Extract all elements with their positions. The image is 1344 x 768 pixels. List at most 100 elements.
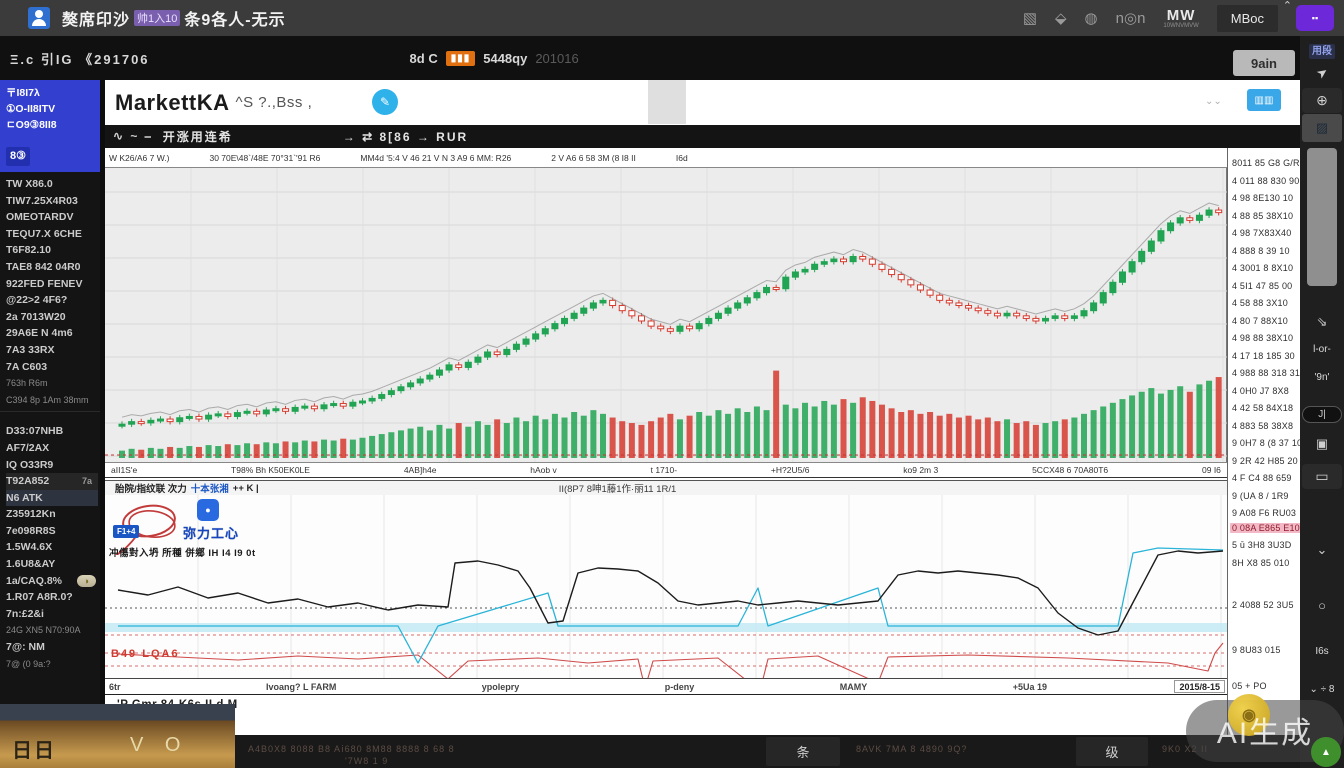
search-icon[interactable]: n◎n — [1116, 9, 1146, 27]
corner-badge[interactable]: 用段 — [1302, 41, 1342, 59]
watchlist-item[interactable]: C394 8p 1Am 38mm — [6, 392, 100, 409]
price-tick: 8011 85 G8 G/R — [1232, 158, 1300, 168]
globe-icon[interactable]: ⊕ — [1302, 88, 1342, 113]
scrollbar-thumb[interactable] — [1307, 148, 1337, 286]
watchlist-item[interactable]: 29A6E N 4m6 — [6, 325, 100, 342]
watchlist-item[interactable]: AF7/2AX — [6, 440, 100, 457]
indicator-plot[interactable]: F1+4 弥力工心 ● 冲傷對入坍 所種 併鄉 IH I4 I9 0t B49 … — [105, 495, 1227, 692]
circle-icon[interactable]: ○ — [1302, 598, 1342, 613]
candlestick-chart — [105, 168, 1227, 462]
topbar-actions: ▧ ⬙ ◍ n◎n MW 10WNVMVW MBoc ⌃ ▪▪ — [1023, 0, 1344, 32]
watchlist-item[interactable]: TEQU7.X 6CHE — [6, 226, 100, 243]
indicator-header: 胎院/指纹联 次力 十本张湘 ++ K | II(8P7 8呻1藤1作·丽11 … — [105, 480, 1227, 495]
date-tick: MAMY — [839, 681, 868, 692]
vo-label: V O — [130, 734, 189, 756]
edit-button[interactable]: ✎ — [372, 89, 398, 115]
purple-action-button[interactable]: ▪▪ — [1296, 5, 1334, 31]
watchlist-item[interactable]: OMEOTARDV — [6, 209, 100, 226]
image-icon[interactable]: ▨ — [1302, 114, 1342, 142]
price-tick: 4 58 88 3X10 — [1232, 298, 1288, 308]
price-tick: 4 17 18 185 30 — [1232, 351, 1295, 361]
indicator-legend: 冲傷對入坍 所種 併鄉 IH I4 I9 0t — [109, 548, 256, 559]
watchlist-item[interactable]: TAE8 842 04R0 — [6, 259, 100, 276]
status-button-1[interactable]: 条 — [766, 737, 840, 766]
toggle-badge[interactable]: ◑ — [76, 574, 96, 587]
watchlist-item[interactable]: 7e098R8S — [6, 523, 100, 540]
line-tool-icon[interactable]: ∿ ~ ⎯ — [113, 129, 153, 144]
stamp-tag-3[interactable]: ● — [197, 499, 219, 521]
frame-icon[interactable]: ▣ — [1302, 436, 1342, 452]
watchlist-item[interactable]: 7@: NM — [6, 639, 100, 656]
tool-pill: J| — [1302, 406, 1342, 423]
price-tick: 4 F C4 88 659 — [1232, 473, 1292, 483]
watchlist-item[interactable]: T6F82.10 — [6, 242, 100, 259]
tool-pill[interactable]: J| — [1302, 406, 1342, 423]
watchlist-item[interactable]: 763h R6m — [6, 375, 100, 392]
quick-trade-panel[interactable]: 日日 V O — [0, 704, 235, 768]
scroll-to-top-button[interactable]: ▲ — [1311, 737, 1341, 767]
gain-button[interactable]: 9ain — [1233, 50, 1295, 76]
tool-label-3[interactable]: I6s — [1302, 646, 1342, 657]
date-tick: +5Ua 19 — [1012, 681, 1048, 692]
watchlist-item[interactable]: 922FED FENEV — [6, 276, 100, 293]
watchlist-item[interactable]: 1.5W4.6X — [6, 539, 100, 556]
watchlist-item[interactable]: D33:07NHB — [6, 423, 100, 440]
stat-segment: 2 V A6 6 58 3M (8 I8 II — [551, 152, 636, 163]
tool-label-4[interactable]: ⌄ ÷ 8 — [1302, 684, 1342, 695]
watchlist-item[interactable]: T92A852 7a — [6, 473, 98, 490]
home-icon[interactable]: ◍ — [1085, 9, 1098, 27]
title-badge: 帅1入10 — [134, 10, 181, 26]
watchlist-item[interactable]: 1.R07 A8R.0? — [6, 589, 100, 606]
date-range-box[interactable]: 2015/8-15 — [1174, 680, 1225, 693]
price-tick: 4 98 88 38X10 — [1232, 333, 1294, 343]
watchlist-item[interactable]: TW X86.0 — [6, 176, 100, 193]
candlestick-plot[interactable] — [105, 168, 1227, 462]
symbol-title: MarkettKA — [115, 89, 230, 115]
watchlist-item[interactable]: Z35912Kn — [6, 506, 100, 523]
date-tick: 6tr — [109, 681, 121, 692]
watchlist-item[interactable]: 7n:£2&i — [6, 606, 100, 623]
watchlist-item[interactable]: 7A C603 — [6, 359, 100, 376]
cursor-icon[interactable]: ➤ — [1302, 63, 1342, 82]
status-badge: ▮▮▮ — [445, 50, 476, 66]
stamp-tag-1: F1+4 — [113, 525, 140, 538]
watchlist-item[interactable]: 1a/CAQ.8% ◑ — [6, 573, 100, 590]
watchlist-item[interactable]: 1.6U8&AY — [6, 556, 100, 573]
tool-label-4: ⌄ ÷ 8 — [1309, 684, 1335, 695]
toolbar-label-2[interactable]: → ⇄ 8[86 → RUR — [343, 130, 468, 144]
layout-button[interactable]: ▥▥ — [1247, 89, 1281, 111]
mode-menu-button[interactable]: MBoc ⌃ — [1216, 0, 1292, 32]
watchlist-item[interactable]: IQ O33R9 — [6, 457, 100, 474]
toolbar-label-1[interactable]: 开涨用连希 — [163, 128, 233, 145]
date-tick: 4AB]h4e — [403, 465, 437, 475]
gallery-icon[interactable]: ▧ — [1023, 9, 1037, 27]
account-panel[interactable]: 〒I8I7λ ①O-II8ITV ㄷO9③8II8 8③ — [0, 80, 100, 172]
price-tick: 4 5I1 47 85 00 — [1232, 281, 1293, 291]
account-toolbar: Ξ.c 引IG 《291706 8d C ▮▮▮ 5448qy 201016 — [0, 36, 1344, 80]
collapse-icon[interactable]: ⌄⌄ — [1205, 96, 1222, 107]
watchlist-item[interactable]: 7@ (0 9a:? — [6, 656, 100, 673]
panel-icon[interactable]: ▭ — [1302, 464, 1342, 489]
stamp-tag-2: 弥力工心 — [183, 526, 240, 541]
date-tick: ypolepry — [481, 681, 520, 692]
tool-label-2: '9n' — [1314, 372, 1330, 383]
date-tick: aII1S'e — [111, 465, 138, 475]
arrow-icon[interactable]: ⇘ — [1302, 314, 1342, 330]
app-title: 獒席印沙 — [62, 12, 131, 29]
chevron-icon[interactable]: ⌄ — [1302, 542, 1342, 558]
watchlist-item[interactable]: 24G XN5 N70:90A — [6, 622, 100, 639]
tool-label-1[interactable]: l-or- — [1302, 344, 1342, 355]
person-icon[interactable]: ⬙ — [1055, 9, 1067, 27]
stat-segment: 30 70E\48`/48E 70°31`'91 R6 — [209, 152, 321, 163]
tool-label-2[interactable]: '9n' — [1302, 372, 1342, 383]
watchlist-item[interactable]: 7A3 33RX — [6, 342, 100, 359]
status-button-2[interactable]: 级 — [1076, 737, 1148, 766]
watchlist-item[interactable]: @22>2 4F6? — [6, 292, 100, 309]
chevron-up-icon: ⌃ — [1282, 0, 1292, 12]
item-sub: 7a — [81, 476, 92, 487]
watchlist-item[interactable]: N6 ATK — [6, 489, 98, 507]
app-logo-icon[interactable] — [28, 7, 50, 29]
watchlist-item[interactable]: 2a 7013W20 — [6, 309, 100, 326]
watchlist-item[interactable]: TIW7.25X4R03 — [6, 193, 100, 210]
tool-label-1: l-or- — [1313, 344, 1331, 355]
